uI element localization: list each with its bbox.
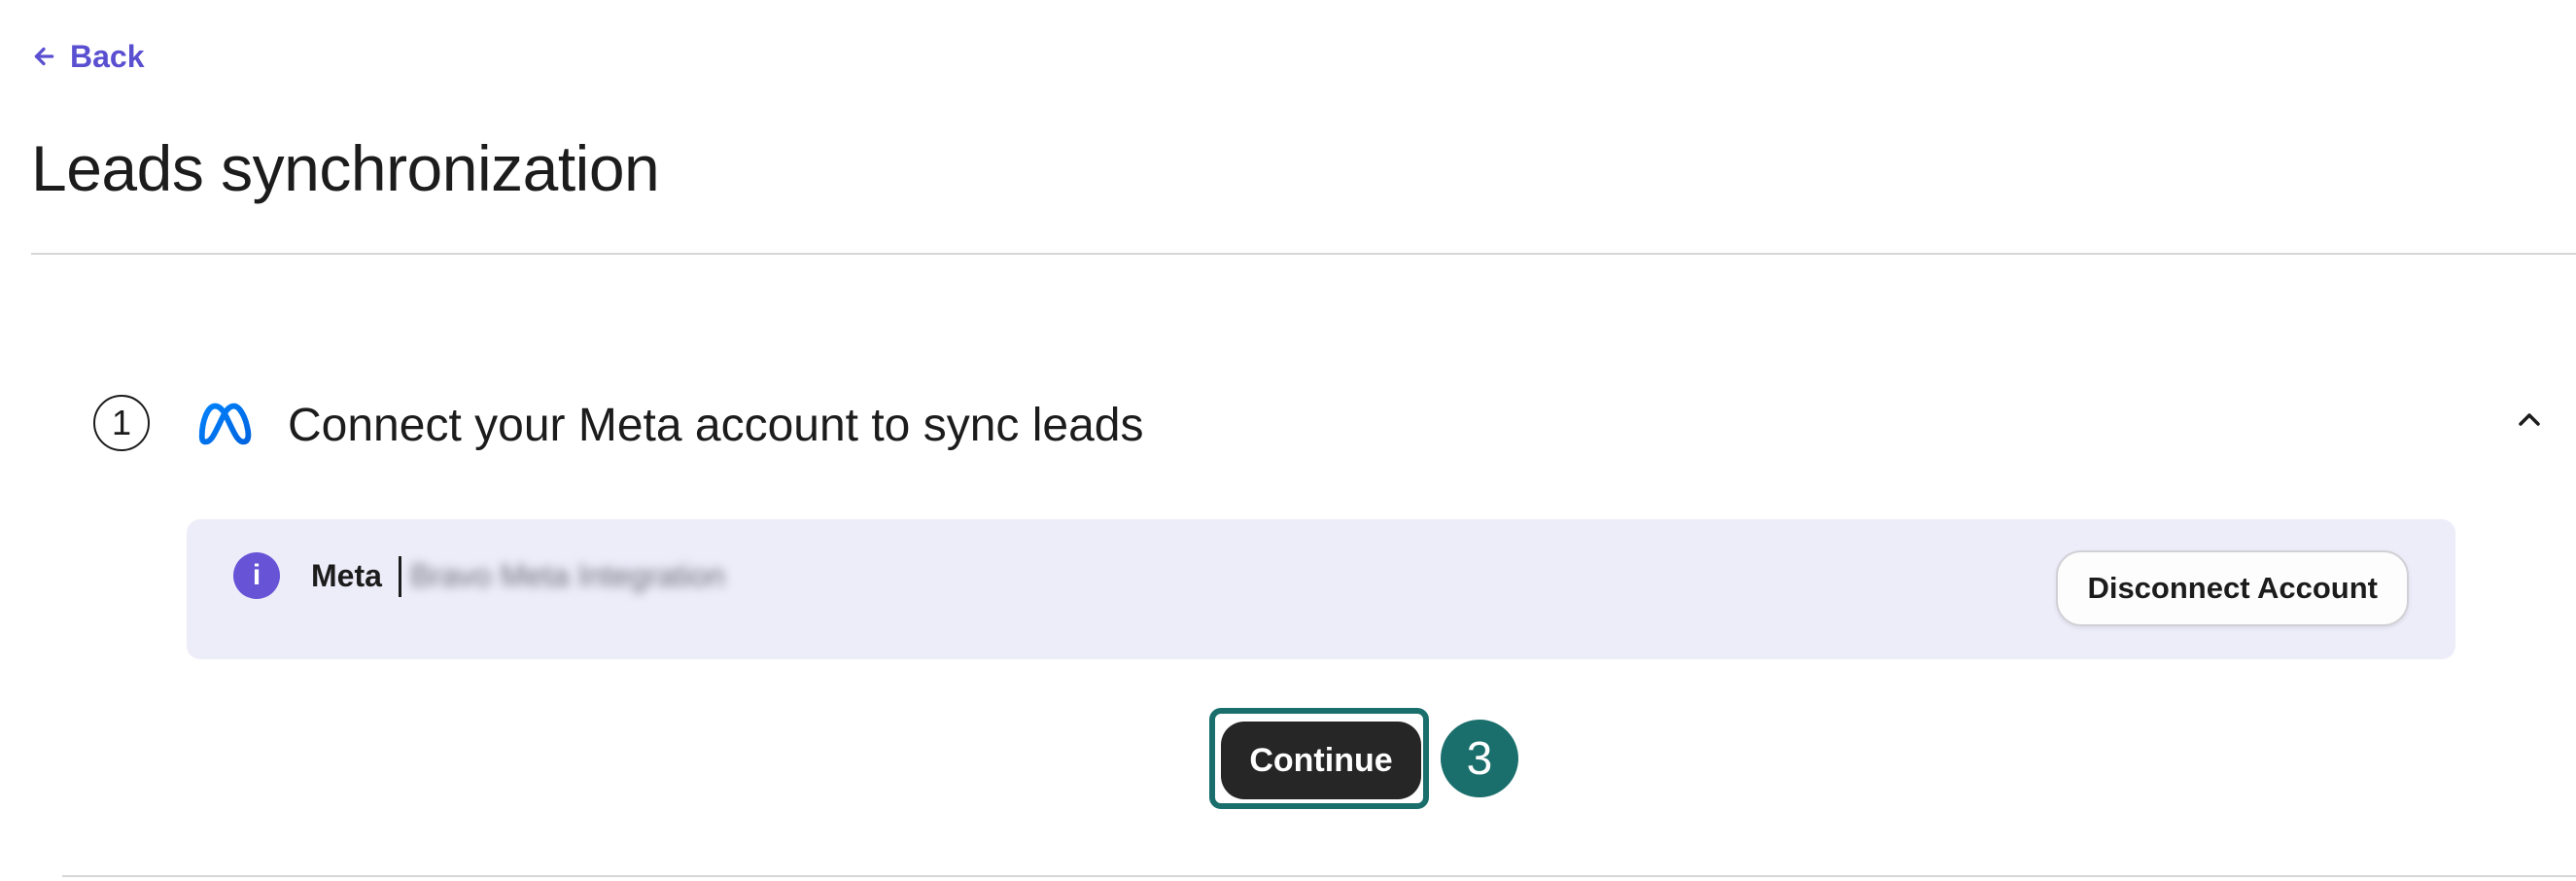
title-divider [31,253,2576,255]
arrow-left-icon [34,47,54,66]
section-divider [62,875,2576,877]
back-link[interactable]: Back [31,35,145,78]
step-title: Connect your Meta account to sync leads [288,400,1144,451]
disconnect-account-button[interactable]: Disconnect Account [2056,550,2409,626]
back-label: Back [70,38,145,74]
account-info-banner: i Meta Bravo Meta Integration Disconnect… [187,519,2455,659]
account-provider-label: Meta [311,558,382,593]
page-title: Leads synchronization [31,132,660,204]
chevron-up-icon [2519,413,2540,426]
account-separator [399,556,401,597]
step-header[interactable]: 1 Connect your Meta account to sync lead… [93,393,2576,457]
account-name-redacted: Bravo Meta Integration [410,558,725,593]
collapse-toggle[interactable] [2506,397,2553,443]
info-icon: i [233,552,280,599]
continue-button[interactable]: Continue [1221,722,1421,799]
step-number-badge: 1 [93,395,150,451]
meta-logo-icon [198,403,252,445]
step-annotation-marker: 3 [1441,720,1518,797]
